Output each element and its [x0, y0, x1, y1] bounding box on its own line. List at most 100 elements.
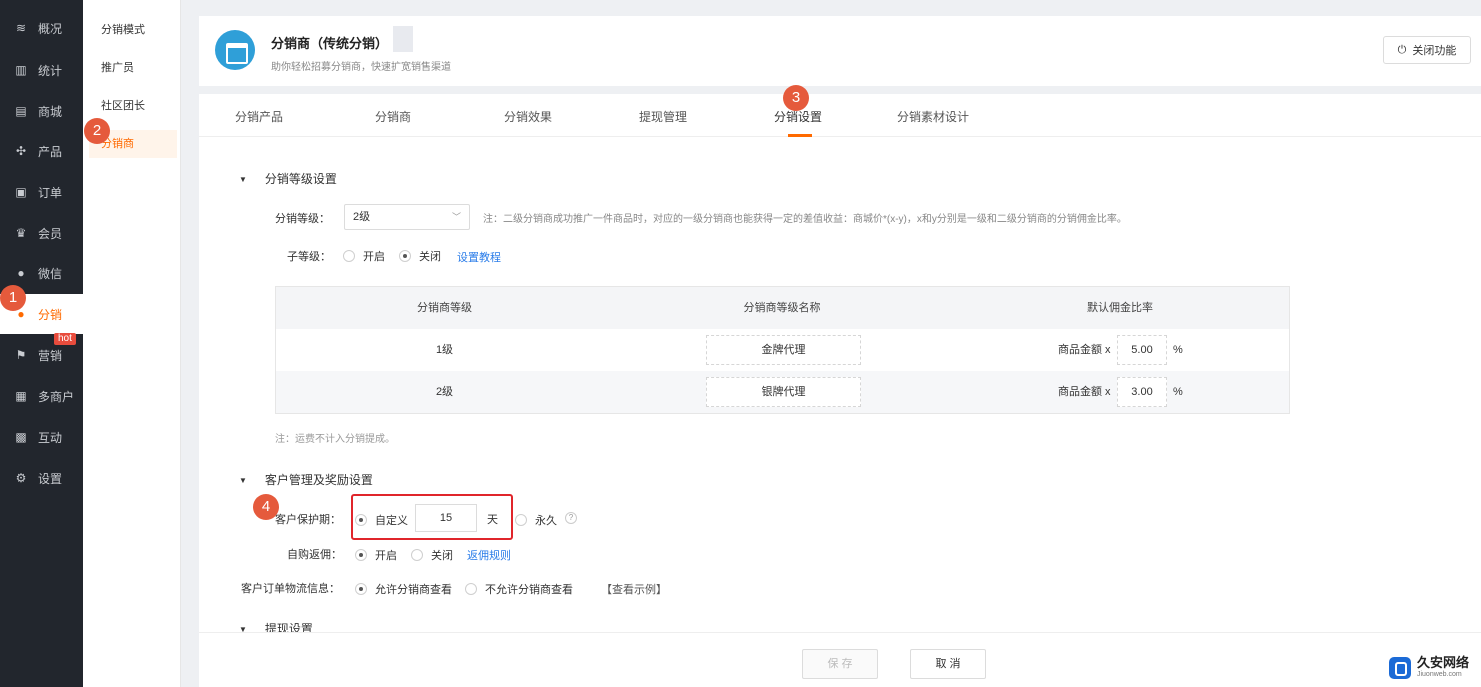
- radio-label: 开启: [375, 550, 397, 562]
- radio-label: 开启: [363, 251, 385, 263]
- radio-dot: [399, 250, 411, 262]
- nav-item-store[interactable]: ▤ 商城: [0, 91, 83, 131]
- radio-label: 自定义: [375, 515, 408, 527]
- rebate-rules-link[interactable]: 返佣规则: [467, 547, 511, 563]
- distributor-logo-icon: [215, 30, 255, 70]
- page-title: 分销商（传统分销）: [271, 36, 389, 51]
- day-unit: 天: [487, 514, 498, 526]
- radio-dot: [411, 549, 423, 561]
- rate-label: 商品金额 x: [1058, 386, 1111, 398]
- section-title: 客户管理及奖励设置: [264, 473, 373, 487]
- sublevel-on-radio[interactable]: 开启: [343, 248, 385, 264]
- nav-label: 订单: [38, 185, 63, 200]
- help-icon[interactable]: ?: [565, 512, 577, 524]
- selfbuy-off-radio[interactable]: 关闭: [411, 547, 453, 563]
- shop-icon: ▦: [15, 389, 27, 403]
- nav-item-stats[interactable]: ▥ 统计: [0, 50, 83, 90]
- nav-item-orders[interactable]: ▣ 订单: [0, 172, 83, 212]
- wechat-icon: ●: [17, 266, 25, 280]
- rate-input[interactable]: 5.00: [1117, 335, 1167, 365]
- rate-input[interactable]: 3.00: [1117, 377, 1167, 407]
- radio-dot: [355, 514, 367, 526]
- active-tab-indicator: [788, 134, 812, 137]
- table-header: 分销商等级: [276, 287, 613, 329]
- tab-effect[interactable]: 分销效果: [504, 108, 552, 125]
- allow-logistics-radio[interactable]: 允许分销商查看: [355, 581, 452, 597]
- radio-label: 关闭: [431, 550, 453, 562]
- nav-item-multi-merchant[interactable]: ▦ 多商户: [0, 376, 83, 416]
- custom-period-radio[interactable]: 自定义: [355, 512, 408, 528]
- cancel-button[interactable]: 取 消: [910, 649, 986, 679]
- nav-item-settings[interactable]: ⚙ 设置: [0, 458, 83, 498]
- protect-days-input[interactable]: 15: [415, 504, 477, 532]
- tab-bar: 分销产品 分销商 分销效果 提现管理 分销设置 分销素材设计: [199, 94, 1481, 137]
- deny-logistics-radio[interactable]: 不允许分销商查看: [465, 581, 573, 597]
- nav-item-interaction[interactable]: ▩ 互动: [0, 417, 83, 457]
- action-bar: 保 存 取 消: [199, 632, 1481, 687]
- level-name-input[interactable]: 金牌代理: [706, 335, 861, 365]
- hot-badge: hot: [54, 333, 76, 345]
- nav-label: 微信: [38, 266, 63, 281]
- radio-dot: [355, 583, 367, 595]
- main-panel: 分销产品 分销商 分销效果 提现管理 分销设置 分销素材设计 ▼ 分销等级设置 分…: [199, 94, 1481, 687]
- percent-unit: %: [1173, 386, 1183, 398]
- nav-label: 多商户: [38, 389, 75, 404]
- level-section-header[interactable]: ▼ 分销等级设置: [239, 170, 337, 187]
- nav-label: 分销: [38, 307, 63, 322]
- watermark: 久安网络 Jiuonweb.com: [1388, 655, 1469, 679]
- forever-radio[interactable]: 永久: [515, 512, 557, 528]
- title-placeholder-box: [393, 26, 413, 52]
- level-select[interactable]: 2级 ﹀: [344, 204, 470, 230]
- tab-materials[interactable]: 分销素材设计: [897, 108, 969, 125]
- nav-label: 会员: [38, 226, 63, 241]
- protect-period-label: 客户保护期：: [275, 514, 341, 526]
- nav-label: 营销: [38, 348, 63, 363]
- radio-dot: [355, 549, 367, 561]
- selfbuy-on-radio[interactable]: 开启: [355, 547, 397, 563]
- view-example-link[interactable]: 【查看示例】: [601, 581, 667, 597]
- nav-label: 产品: [38, 144, 63, 159]
- subnav-item-promoter[interactable]: 推广员: [83, 54, 181, 82]
- tab-distributors[interactable]: 分销商: [375, 108, 411, 125]
- subnav-item-community-leader[interactable]: 社区团长: [83, 92, 181, 120]
- caret-down-icon: ▼: [239, 476, 247, 486]
- grid-icon: ✣: [15, 144, 27, 158]
- customer-section-header[interactable]: ▼ 客户管理及奖励设置: [239, 471, 373, 488]
- close-feature-button[interactable]: ⏻ 关闭功能: [1383, 36, 1471, 64]
- nav-item-overview[interactable]: ≋ 概况: [0, 8, 83, 48]
- level-table: 分销商等级 分销商等级名称 默认佣金比率 1级 金牌代理 商品金额 x 5.00…: [275, 286, 1290, 414]
- watermark-cn: 久安网络: [1416, 655, 1469, 670]
- rate-label: 商品金额 x: [1058, 344, 1111, 356]
- sub-nav: 分销模式 推广员 社区团长 分销商: [83, 0, 181, 687]
- nav-label: 互动: [38, 430, 63, 445]
- table-row: 2级 银牌代理 商品金额 x 3.00 %: [276, 371, 1289, 413]
- tab-withdraw[interactable]: 提现管理: [639, 108, 687, 125]
- chart-icon: ▥: [15, 63, 27, 77]
- level-cell: 2级: [435, 386, 454, 398]
- radio-dot: [465, 583, 477, 595]
- level-label: 分销等级：: [275, 213, 330, 225]
- page-header: 分销商（传统分销） 助你轻松招募分销商，快速扩宽销售渠道 ⏻ 关闭功能: [199, 16, 1481, 86]
- tutorial-link[interactable]: 设置教程: [457, 249, 501, 265]
- radio-dot: [515, 514, 527, 526]
- level-name-input[interactable]: 银牌代理: [706, 377, 861, 407]
- sublevel-off-radio[interactable]: 关闭: [399, 248, 441, 264]
- step-badge-2: 2: [84, 118, 110, 144]
- sublevel-label: 子等级：: [287, 251, 331, 263]
- level-cell: 1级: [435, 344, 454, 356]
- nav-item-products[interactable]: ✣ 产品: [0, 131, 83, 171]
- nav-item-members[interactable]: ♛ 会员: [0, 213, 83, 253]
- apps-icon: ▩: [15, 430, 27, 444]
- step-badge-1: 1: [0, 285, 26, 311]
- nav-label: 概况: [38, 21, 63, 36]
- subnav-item-mode[interactable]: 分销模式: [83, 16, 181, 44]
- close-feature-label: 关闭功能: [1412, 45, 1457, 57]
- save-button[interactable]: 保 存: [802, 649, 878, 679]
- level-select-value: 2级: [353, 211, 371, 223]
- radio-label: 关闭: [419, 251, 441, 263]
- tab-products[interactable]: 分销产品: [235, 108, 283, 125]
- selfbuy-label: 自购返佣：: [287, 549, 342, 561]
- order-icon: ▣: [15, 185, 27, 199]
- logistics-label: 客户订单物流信息：: [241, 583, 340, 595]
- table-row: 1级 金牌代理 商品金额 x 5.00 %: [276, 329, 1289, 371]
